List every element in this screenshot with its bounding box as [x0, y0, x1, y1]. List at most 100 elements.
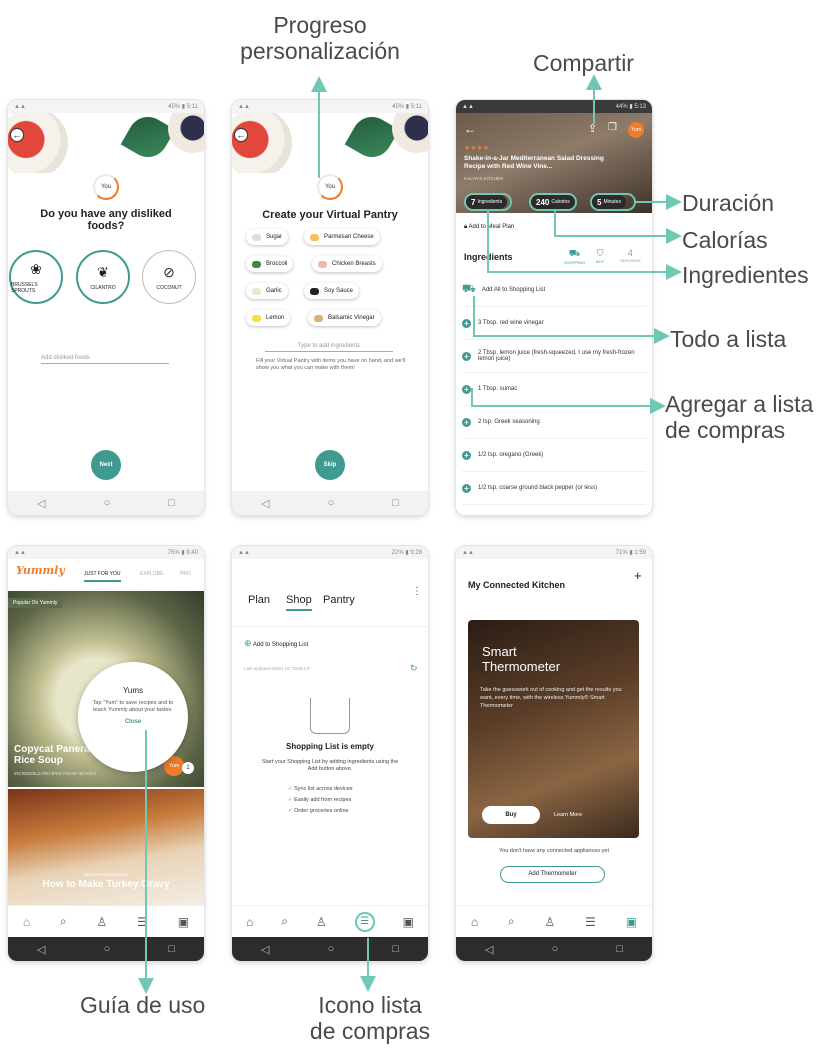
list-icon[interactable]: ☰	[137, 915, 148, 929]
nav-home-icon[interactable]: ○	[328, 943, 335, 955]
pill-chicken[interactable]: Chicken Breasts	[312, 256, 382, 272]
nav-recents-icon[interactable]: □	[616, 943, 623, 955]
ingredients-count[interactable]: 7 Ingredients	[466, 195, 508, 209]
ingredient-row[interactable]: +3 Tbsp. red wine vinegar	[462, 307, 646, 340]
pill-lemon[interactable]: Lemon	[246, 310, 291, 326]
nav-home-icon[interactable]: ○	[328, 497, 335, 509]
tooltip-close[interactable]: Close	[92, 719, 174, 725]
next-button[interactable]: Next	[91, 450, 121, 480]
ingredient-row[interactable]: +2 Tbsp. lemon juice (fresh-squeezed, I …	[462, 340, 646, 373]
system-nav-bar: ◁ ○ □	[232, 937, 428, 961]
plus-icon[interactable]: +	[462, 417, 471, 427]
nav-back-icon[interactable]: ◁	[261, 497, 269, 510]
buy-button[interactable]: Buy	[482, 806, 540, 824]
status-bar: ▲▲ 45% ▮ 5:11	[8, 100, 204, 113]
tab-explore[interactable]: EXPLORE	[140, 571, 164, 577]
nav-recents-icon[interactable]: □	[392, 497, 399, 509]
add-to-meal-plan[interactable]: 🔒︎ Add to Meal Plan	[464, 224, 514, 231]
share-icon[interactable]: ⇪	[588, 122, 597, 135]
profile-icon[interactable]: ♙	[545, 915, 556, 929]
buy-button[interactable]: ⛉ BUY	[596, 248, 604, 264]
duration-minutes[interactable]: 5 Minutes	[592, 195, 626, 209]
plus-icon[interactable]: +	[462, 384, 471, 394]
yum-count-badge: 1	[182, 762, 194, 774]
app-bottom-bar: ⌂ ⌕ ♙ ☰ ▣	[456, 905, 652, 937]
turkey-image[interactable]	[8, 789, 204, 909]
list-icon[interactable]: ☰	[585, 915, 596, 929]
pill-parmesan[interactable]: Parmesan Cheese	[304, 229, 380, 245]
ingredient-input[interactable]: Type to add ingredients	[265, 343, 393, 352]
pill-soy-sauce[interactable]: Soy Sauce	[304, 283, 360, 299]
option-brussels-sprouts[interactable]: ❀ BRUSSELS SPROUTS	[9, 250, 63, 304]
home-icon[interactable]: ⌂	[471, 915, 478, 929]
option-coconut[interactable]: ⊘ COCONUT	[142, 250, 196, 304]
pill-garlic[interactable]: Garlic	[246, 283, 288, 299]
plus-icon[interactable]: +	[462, 450, 471, 460]
devices-icon[interactable]: ▣	[626, 915, 637, 929]
tab-shop[interactable]: Shop	[286, 594, 312, 611]
back-button[interactable]: ←	[10, 128, 24, 142]
disliked-foods-input[interactable]: Add disliked foods	[41, 355, 169, 364]
add-icon[interactable]: +	[634, 568, 642, 583]
add-to-shopping-list[interactable]: ⊕ Add to Shopping List	[244, 638, 308, 649]
profile-icon[interactable]: ♙	[316, 915, 327, 929]
tab-plan[interactable]: Plan	[248, 594, 270, 606]
rating-stars: ★★★★	[464, 145, 490, 152]
nav-back-icon[interactable]: ◁	[261, 943, 269, 956]
back-arrow-icon[interactable]: ←	[464, 122, 476, 136]
nav-home-icon[interactable]: ○	[552, 943, 559, 955]
tab-just-for-you[interactable]: JUST FOR YOU	[84, 571, 121, 582]
option-cilantro[interactable]: ❦ CILANTRO	[76, 250, 130, 304]
nav-recents-icon[interactable]: □	[168, 943, 175, 955]
screen-home-feed: ▲▲ 75% ▮ 8:40 Yummly JUST FOR YOU EXPLORE…	[8, 546, 204, 961]
tab-pantry[interactable]: Pantry	[323, 594, 355, 606]
search-icon[interactable]: ⌕	[60, 914, 67, 929]
yum-button[interactable]: Yum	[628, 122, 644, 138]
add-thermometer-button[interactable]: Add Thermometer	[500, 866, 605, 883]
nav-recents-icon[interactable]: □	[168, 497, 175, 509]
learn-more-link[interactable]: Learn More	[554, 812, 582, 818]
back-button[interactable]: ←	[234, 128, 248, 142]
ingredient-row[interactable]: +2 tsp. Greek seasoning	[462, 406, 646, 439]
page-title: My Connected Kitchen	[468, 580, 566, 590]
skip-button[interactable]: Skip	[315, 450, 345, 480]
shopping-button[interactable]: ⛟ SHOPPING	[564, 248, 585, 265]
pantry-help-text: Fill your Virtual Pantry with items you …	[256, 358, 406, 371]
servings-control[interactable]: 4 SERVINGS	[620, 248, 641, 263]
annotation-duration: Duración	[682, 190, 775, 216]
shopping-list-icon[interactable]: ☰	[354, 911, 375, 932]
collection-icon[interactable]: ❐	[608, 122, 617, 133]
annotation-add-to-list: Agregar a lista de compras	[665, 391, 814, 443]
coconut-icon: ⊘	[163, 263, 175, 280]
calories-count[interactable]: 240 Calories	[531, 195, 575, 209]
pill-sugar[interactable]: Sugar	[246, 229, 289, 245]
devices-icon[interactable]: ▣	[178, 915, 189, 929]
search-icon[interactable]: ⌕	[508, 914, 515, 929]
pill-broccoli[interactable]: Broccoli	[246, 256, 294, 272]
annotation-ingredients: Ingredientes	[682, 262, 809, 288]
ingredient-row[interactable]: +1/2 tsp. oregano (Greek)	[462, 439, 646, 472]
more-icon[interactable]: ⋮	[412, 586, 422, 597]
search-icon[interactable]: ⌕	[281, 914, 288, 929]
annotation-calories: Calorías	[682, 227, 768, 253]
nav-recents-icon[interactable]: □	[392, 943, 399, 955]
ingredient-row[interactable]: +1 Tbsp. sumac	[462, 373, 646, 406]
card1-source: INCREDIBLE RECIPES FROM HEAVEN	[14, 771, 96, 776]
home-icon[interactable]: ⌂	[23, 915, 30, 929]
nav-back-icon[interactable]: ◁	[37, 497, 45, 510]
profile-icon[interactable]: ♙	[97, 915, 108, 929]
home-icon[interactable]: ⌂	[246, 915, 253, 929]
plus-icon[interactable]: +	[462, 318, 471, 328]
tab-pro[interactable]: PRO	[180, 571, 191, 577]
nav-back-icon[interactable]: ◁	[485, 943, 493, 956]
plus-icon[interactable]: +	[462, 351, 471, 361]
pill-balsamic[interactable]: Balsamic Vinegar	[308, 310, 381, 326]
ingredient-row[interactable]: +1/2 tsp. coarse ground black pepper (or…	[462, 472, 646, 505]
nav-home-icon[interactable]: ○	[104, 943, 111, 955]
devices-icon[interactable]: ▣	[403, 915, 414, 929]
sync-icon[interactable]: ↻	[410, 663, 418, 674]
add-all-to-shopping-list[interactable]: ⛟ Add All to Shopping List	[462, 274, 646, 307]
nav-home-icon[interactable]: ○	[104, 497, 111, 509]
nav-back-icon[interactable]: ◁	[37, 943, 45, 956]
plus-icon[interactable]: +	[462, 483, 471, 493]
